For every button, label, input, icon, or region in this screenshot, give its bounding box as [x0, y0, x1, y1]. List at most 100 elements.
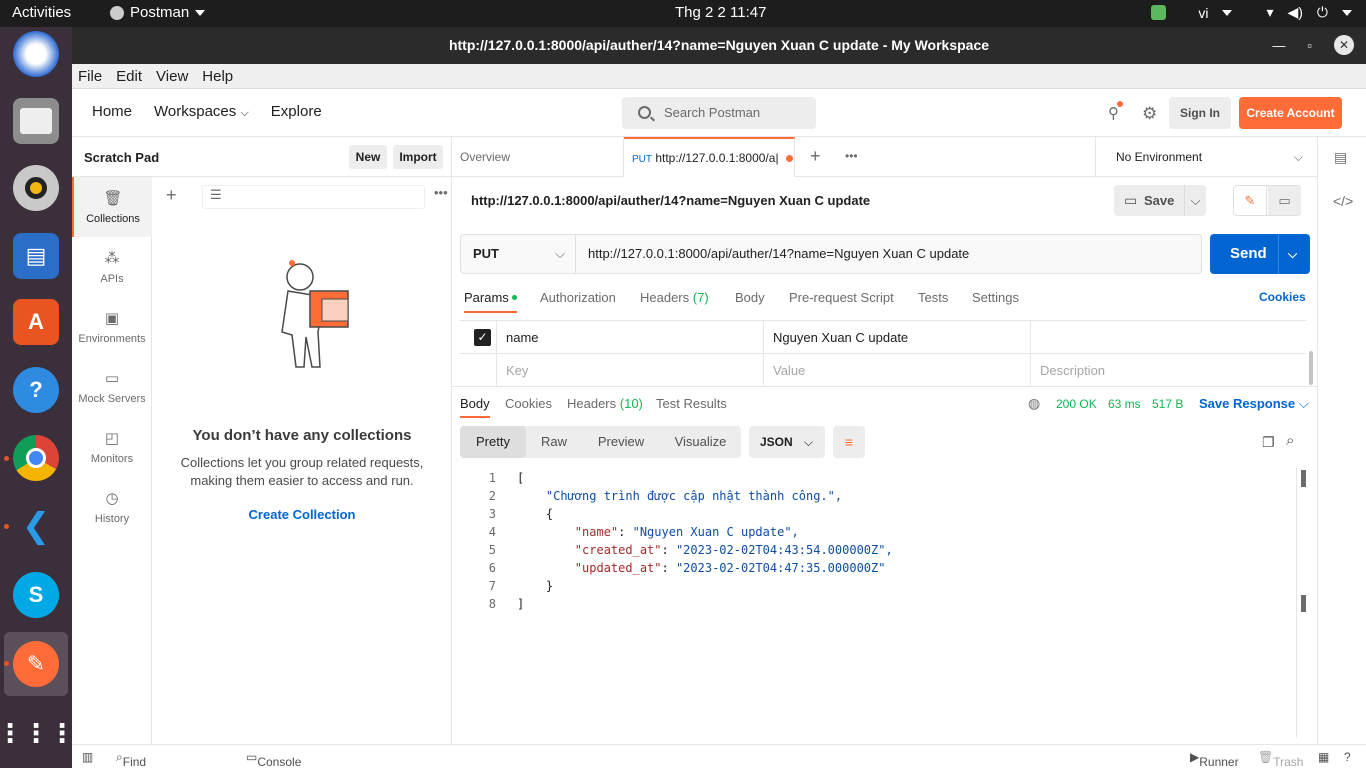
tab-put-request[interactable]: PUT http://127.0.0.1:8000/a|	[624, 137, 795, 177]
tab-headers[interactable]: Headers (7)	[640, 290, 709, 305]
find-replace-button[interactable]: ⌕ Find and Replace	[116, 750, 146, 768]
software-icon[interactable]: A	[13, 299, 59, 345]
param-value[interactable]: Nguyen Xuan C update	[763, 321, 1030, 354]
code-icon[interactable]: </>	[1333, 193, 1353, 209]
tab-settings[interactable]: Settings	[972, 290, 1019, 305]
clock[interactable]: Thg 2 2 11:47	[675, 4, 766, 21]
rhythmbox-icon[interactable]	[13, 165, 59, 211]
chrome-icon[interactable]	[13, 435, 59, 481]
response-body-editor[interactable]: 1 [ 2 "Chương trình được cập nhật thành …	[460, 468, 1306, 738]
format-select[interactable]: JSON ⌵	[749, 426, 825, 458]
thunderbird-icon[interactable]	[13, 31, 59, 77]
nav-workspaces[interactable]: Workspaces ⌵	[154, 103, 249, 120]
menu-file[interactable]: File	[78, 64, 102, 88]
url-input[interactable]: http://127.0.0.1:8000/api/auther/14?name…	[588, 235, 969, 273]
nav-home[interactable]: Home	[92, 103, 132, 120]
scrollbar[interactable]	[1301, 595, 1306, 612]
param-key[interactable]: name	[496, 321, 763, 354]
sidebar-item-collections[interactable]: 🗑 Collections	[72, 177, 152, 237]
show-apps-icon[interactable]: ⋮⋮⋮	[0, 710, 75, 756]
menu-help[interactable]: Help	[202, 64, 233, 88]
menu-view[interactable]: View	[156, 64, 188, 88]
tab-response-body[interactable]: Body	[460, 396, 490, 418]
sidebar-toggle-icon[interactable]: ▥	[82, 750, 93, 764]
tab-authorization[interactable]: Authorization	[540, 290, 616, 305]
create-collection-link[interactable]: Create Collection	[152, 507, 452, 522]
chevron-down-icon[interactable]: ⌵	[1184, 185, 1206, 216]
method-select[interactable]: PUT ⌵	[461, 235, 576, 273]
language-indicator[interactable]: vi	[1198, 5, 1208, 21]
sidebar-item-history[interactable]: ◷ History	[72, 477, 152, 537]
request-title[interactable]: http://127.0.0.1:8000/api/auther/14?name…	[471, 193, 870, 208]
copy-icon[interactable]: ❐	[1262, 434, 1275, 451]
writer-icon[interactable]: ▤	[13, 233, 59, 279]
tab-response-headers[interactable]: Headers (10)	[567, 396, 643, 411]
sign-in-button[interactable]: Sign In	[1169, 97, 1231, 129]
satellite-icon[interactable]: ⚲	[1108, 101, 1123, 122]
gear-icon[interactable]: ⚙	[1142, 104, 1157, 124]
tab-overview[interactable]: Overview	[452, 137, 624, 177]
tab-preview[interactable]: Preview	[582, 426, 660, 458]
activities-button[interactable]: Activities	[12, 4, 71, 21]
save-response-button[interactable]: Save Response ⌵	[1199, 396, 1309, 412]
globe-icon[interactable]: ◍	[1028, 395, 1040, 412]
runner-button[interactable]: ▶ Runner	[1190, 750, 1239, 768]
menu-edit[interactable]: Edit	[116, 64, 142, 88]
description-input[interactable]: Description	[1030, 354, 1306, 387]
tab-body[interactable]: Body	[735, 290, 765, 305]
cookies-link[interactable]: Cookies	[1259, 290, 1306, 304]
tab-params[interactable]: Params	[464, 290, 518, 313]
minimize-icon[interactable]: —	[1272, 27, 1285, 64]
new-tab-icon[interactable]: +	[810, 146, 821, 167]
filter-input[interactable]	[202, 185, 425, 209]
sidebar-item-mock-servers[interactable]: ▭ Mock Servers	[72, 357, 152, 417]
search-icon[interactable]: ⌕	[1286, 432, 1294, 449]
sidebar-item-environments[interactable]: ▣ Environments	[72, 297, 152, 357]
console-button[interactable]: ▭ Console	[246, 750, 301, 768]
send-button[interactable]: Send ⌵	[1210, 234, 1310, 274]
comment-icon[interactable]: ▭	[1268, 186, 1301, 215]
environment-selector[interactable]: No Environment ⌵	[1095, 137, 1317, 177]
plus-icon[interactable]: +	[166, 185, 177, 206]
postman-icon[interactable]: ✎	[13, 641, 59, 687]
tab-raw[interactable]: Raw	[526, 426, 582, 458]
new-button[interactable]: New	[349, 145, 387, 169]
trash-button[interactable]: 🗑 Trash	[1258, 750, 1303, 768]
app-menu[interactable]: Postman	[110, 4, 206, 21]
nav-explore[interactable]: Explore	[271, 103, 322, 120]
more-icon[interactable]: •••	[434, 185, 448, 200]
help-icon[interactable]: ?	[1344, 750, 1351, 764]
scrollbar[interactable]	[1309, 351, 1313, 385]
search-input[interactable]: Search Postman	[622, 97, 816, 129]
save-button[interactable]: ▭ Save ⌵	[1114, 185, 1206, 216]
tab-test-results[interactable]: Test Results	[656, 396, 727, 411]
sidebar-item-apis[interactable]: ⁂ APIs	[72, 237, 152, 297]
wrap-lines-icon[interactable]: ≡	[833, 426, 865, 458]
more-tabs-icon[interactable]: •••	[845, 149, 858, 163]
tab-pre-request-script[interactable]: Pre-request Script	[789, 290, 894, 305]
create-account-button[interactable]: Create Account	[1239, 97, 1342, 129]
layout-icon[interactable]: ▦	[1318, 750, 1329, 764]
skype-icon[interactable]: S	[13, 572, 59, 618]
tab-tests[interactable]: Tests	[918, 290, 948, 305]
tab-pretty[interactable]: Pretty	[460, 426, 526, 458]
import-button[interactable]: Import	[393, 145, 443, 169]
scrollbar[interactable]	[1301, 470, 1306, 487]
checkbox-checked-icon[interactable]: ✓	[474, 329, 491, 346]
vscode-icon[interactable]: ❮	[13, 503, 59, 549]
tab-response-cookies[interactable]: Cookies	[505, 396, 552, 411]
tab-visualize[interactable]: Visualize	[660, 426, 741, 458]
files-icon[interactable]	[13, 98, 59, 144]
sidebar-item-monitors[interactable]: ◰ Monitors	[72, 417, 152, 477]
status-code[interactable]: 200 OK	[1056, 397, 1097, 411]
close-icon[interactable]: ✕	[1334, 35, 1354, 55]
maximize-icon[interactable]: ▫	[1307, 27, 1312, 64]
chevron-down-icon[interactable]: ⌵	[1288, 234, 1297, 274]
response-time[interactable]: 63 ms	[1108, 397, 1141, 411]
key-input[interactable]: Key	[496, 354, 763, 387]
value-input[interactable]: Value	[763, 354, 1030, 387]
help-icon[interactable]: ?	[13, 367, 59, 413]
response-size[interactable]: 517 B	[1152, 397, 1183, 411]
system-tray[interactable]: vi ▾ ◀) ⏻	[1151, 4, 1352, 21]
param-description[interactable]	[1030, 321, 1306, 354]
